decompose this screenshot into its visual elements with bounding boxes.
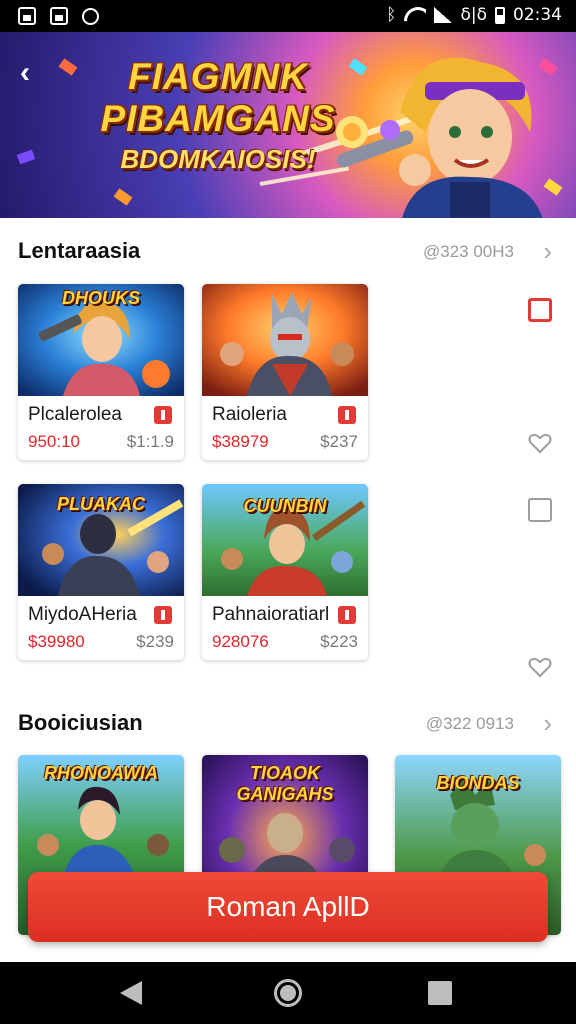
- banner-subtitle: BDOMKAIOSIS!: [120, 144, 316, 174]
- status-bar: ᛒ δ|δ 02:34: [0, 0, 576, 32]
- card-art-title: DHOUKS: [61, 288, 140, 308]
- info-badge-icon: [154, 406, 172, 424]
- info-badge-icon: [338, 406, 356, 424]
- square-checkbox-icon[interactable]: [528, 298, 552, 322]
- section-header-1[interactable]: Lentaraasia @323 00H3 ›: [18, 236, 558, 268]
- card-price: $39980: [28, 632, 85, 651]
- image-notification-icon: [18, 7, 36, 25]
- signal-icon: [434, 7, 453, 23]
- card-art-title: TIOAOK GANIGAHS: [236, 763, 334, 804]
- chevron-right-icon[interactable]: ›: [543, 708, 552, 739]
- game-card[interactable]: Raioleria $38979 $237: [202, 284, 368, 460]
- chevron-right-icon[interactable]: ›: [543, 236, 552, 267]
- card-name: Raioleria: [212, 404, 287, 425]
- section-meta: @323 00H3: [423, 242, 514, 261]
- nav-back-icon[interactable]: [120, 981, 142, 1005]
- nav-recents-icon[interactable]: [428, 981, 452, 1005]
- section-title: Lentaraasia: [18, 238, 141, 263]
- camera-notification-icon: [82, 8, 99, 25]
- info-badge-icon: [154, 606, 172, 624]
- card-art-title: BIONDAS: [436, 773, 520, 793]
- system-icons: ᛒ δ|δ 02:34: [386, 5, 562, 25]
- card-alt-price: $1:1.9: [126, 432, 174, 451]
- card-art-title: PLUAKAC: [57, 494, 145, 514]
- gallery-notification-icon: [50, 7, 68, 25]
- card-art-title: CUUNBIN: [243, 496, 327, 516]
- banner-title-line2: PIBAMGANS: [100, 98, 336, 139]
- card-price: 928076: [212, 632, 269, 651]
- battery-icon: [495, 6, 505, 24]
- card-alt-price: $239: [136, 632, 174, 651]
- back-arrow-icon[interactable]: ‹: [20, 58, 52, 90]
- game-card[interactable]: CUUNBIN Pahnaioratiarl 928076 $223: [202, 484, 368, 660]
- bluetooth-icon: ᛒ: [386, 5, 397, 25]
- signal-label: δ|δ: [460, 5, 487, 25]
- notification-icons: [18, 7, 99, 25]
- wifi-icon: [404, 7, 426, 23]
- card-alt-price: $237: [320, 432, 358, 451]
- card-artwork: [202, 284, 368, 396]
- section-title: Booiciusian: [18, 710, 143, 735]
- card-art-title: RHONOAWIA: [44, 763, 158, 783]
- hero-character-illustration: [336, 57, 543, 218]
- primary-cta-button[interactable]: Roman ApllD: [28, 872, 548, 942]
- card-name: MiydoAHeria: [28, 604, 137, 625]
- section-meta: @322 0913: [425, 714, 514, 733]
- game-card[interactable]: DHOUKS Plcalerolea 950:10 $1:1.9: [18, 284, 184, 460]
- game-card[interactable]: PLUAKAC MiydoAHeria $39980 $239: [18, 484, 184, 660]
- system-navigation-bar: [0, 962, 576, 1024]
- card-name: Plcalerolea: [28, 404, 122, 425]
- card-price: $38979: [212, 432, 269, 451]
- square-checkbox-icon[interactable]: [528, 498, 552, 522]
- nav-home-icon[interactable]: [274, 979, 302, 1007]
- clock: 02:34: [513, 5, 562, 25]
- card-price: 950:10: [28, 432, 80, 451]
- hero-banner[interactable]: ‹ FIAGMNK PIBAMGANS BDOMKAIOSIS!: [0, 32, 576, 218]
- info-badge-icon: [338, 606, 356, 624]
- card-alt-price: $223: [320, 632, 358, 651]
- banner-title: FIAGMNK PIBAMGANS BDOMKAIOSIS!: [98, 56, 338, 175]
- heart-icon[interactable]: [528, 432, 552, 454]
- banner-title-line1: FIAGMNK: [128, 56, 308, 97]
- card-name: Pahnaioratiarl: [212, 604, 330, 625]
- heart-icon[interactable]: [528, 656, 552, 678]
- section-header-2[interactable]: Booiciusian @322 0913 ›: [18, 708, 558, 740]
